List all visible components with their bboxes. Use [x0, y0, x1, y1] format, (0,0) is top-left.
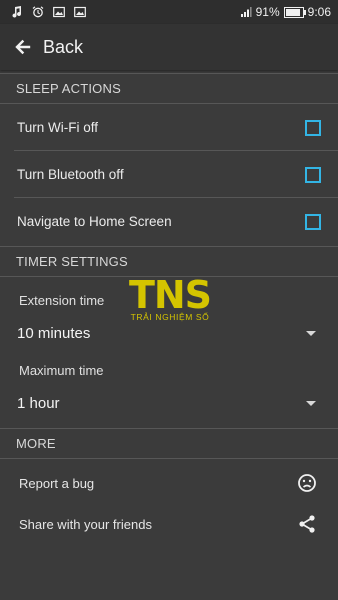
arrow-left-icon[interactable]: [13, 37, 33, 57]
report-bug-label: Report a bug: [19, 475, 95, 491]
share-icon: [297, 514, 317, 534]
extension-time-label: Extension time: [19, 293, 105, 308]
caret-down-icon: [306, 330, 316, 336]
battery-percent: 91%: [255, 5, 280, 19]
setting-row-bluetooth[interactable]: Turn Bluetooth off: [0, 151, 338, 198]
report-bug-row[interactable]: Report a bug: [0, 463, 338, 503]
setting-label: Turn Wi-Fi off: [17, 120, 99, 135]
setting-label: Navigate to Home Screen: [17, 214, 172, 229]
app-bar: Back: [0, 24, 338, 70]
section-header-more: MORE: [0, 428, 338, 459]
alarm-icon: [32, 6, 44, 18]
signal-icon: [240, 6, 252, 18]
dropdown-value: 10 minutes: [17, 324, 91, 342]
extension-time-dropdown[interactable]: 10 minutes: [0, 318, 338, 348]
clock: 9:06: [307, 5, 331, 19]
section-header-sleep-actions: SLEEP ACTIONS: [0, 73, 338, 104]
sad-face-icon: [297, 473, 317, 493]
status-bar-notifications: [0, 6, 86, 18]
section-header-timer-settings: TIMER SETTINGS: [0, 246, 338, 277]
share-label: Share with your friends: [19, 516, 152, 532]
status-bar: 91% 9:06: [0, 0, 338, 24]
setting-label: Turn Bluetooth off: [17, 167, 124, 182]
back-button[interactable]: Back: [43, 37, 83, 58]
image-icon: [53, 6, 65, 18]
dropdown-value: 1 hour: [17, 394, 60, 412]
section-title: SLEEP ACTIONS: [16, 81, 121, 96]
caret-down-icon: [306, 400, 316, 406]
maximum-time-label: Maximum time: [19, 363, 104, 378]
maximum-time-dropdown[interactable]: 1 hour: [0, 388, 338, 418]
status-bar-system: 91% 9:06: [240, 5, 338, 19]
music-note-icon: [11, 6, 23, 18]
battery-icon: [283, 6, 306, 18]
watermark-text: TNS: [128, 273, 212, 317]
checkbox-bluetooth[interactable]: [305, 166, 321, 183]
setting-row-wifi[interactable]: Turn Wi-Fi off: [0, 104, 338, 151]
checkbox-wifi[interactable]: [305, 119, 321, 136]
section-title: TIMER SETTINGS: [16, 254, 128, 269]
checkbox-home-screen[interactable]: [305, 213, 321, 230]
image-icon: [74, 6, 86, 18]
share-row[interactable]: Share with your friends: [0, 504, 338, 544]
section-title: MORE: [16, 436, 56, 451]
setting-row-home-screen[interactable]: Navigate to Home Screen: [0, 198, 338, 245]
